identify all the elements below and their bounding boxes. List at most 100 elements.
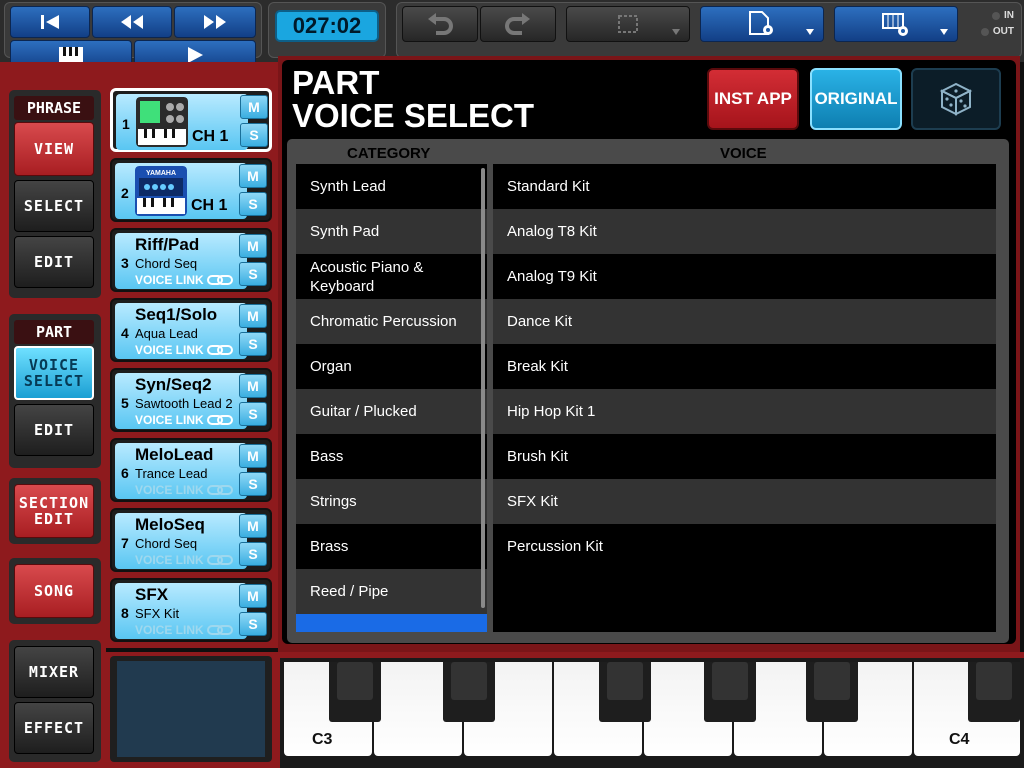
- category-item[interactable]: Synth Pad: [296, 209, 487, 254]
- category-item[interactable]: Strings: [296, 479, 487, 524]
- song-button[interactable]: SONG: [14, 564, 94, 618]
- part-number: 4: [121, 325, 129, 341]
- part-slot-5[interactable]: 5 Syn/Seq2 Sawtooth Lead 2 VOICE LINK M …: [110, 368, 272, 432]
- mute-button[interactable]: M: [239, 164, 267, 188]
- random-voice-button[interactable]: [911, 68, 1001, 130]
- category-item[interactable]: Guitar / Plucked: [296, 389, 487, 434]
- system-settings-button[interactable]: [834, 6, 958, 42]
- category-item[interactable]: Chromatic Percussion: [296, 299, 487, 344]
- page-title-line2: VOICE SELECT: [292, 97, 535, 134]
- undo-icon: [428, 13, 453, 35]
- part-number: 6: [121, 465, 129, 481]
- voice-item[interactable]: Hip Hop Kit 1: [493, 389, 996, 434]
- solo-button[interactable]: S: [239, 332, 267, 356]
- voice-item[interactable]: Percussion Kit: [493, 524, 996, 569]
- category-item[interactable]: Acoustic Piano & Keyboard: [296, 254, 487, 299]
- midi-out-indicator: OUT: [980, 26, 1014, 37]
- fast-forward-button[interactable]: [174, 6, 256, 38]
- voice-item[interactable]: Break Kit: [493, 344, 996, 389]
- voice-item[interactable]: SFX Kit: [493, 479, 996, 524]
- category-scrollbar[interactable]: [481, 168, 485, 608]
- category-list[interactable]: Synth Lead Synth Pad Acoustic Piano & Ke…: [296, 164, 487, 632]
- part-voice: Chord Seq: [135, 536, 198, 551]
- part-slot-1[interactable]: 1 CH 1 M S: [110, 88, 272, 152]
- part-name: Seq1/Solo: [135, 305, 218, 324]
- mute-button[interactable]: M: [240, 95, 268, 119]
- black-key-cap: [976, 662, 1012, 700]
- black-key-cap: [337, 662, 373, 700]
- mute-button[interactable]: M: [239, 234, 267, 258]
- part-slot-3[interactable]: 3 Riff/Pad Chord Seq VOICE LINK M S: [110, 228, 272, 292]
- voice-item[interactable]: Analog T9 Kit: [493, 254, 996, 299]
- part-card: 4 Seq1/Solo Aqua Lead VOICE LINK: [115, 303, 247, 359]
- undo-button[interactable]: [402, 6, 478, 42]
- part-voice: Aqua Lead: [135, 326, 198, 341]
- solo-button[interactable]: S: [239, 192, 267, 216]
- part-slot-4[interactable]: 4 Seq1/Solo Aqua Lead VOICE LINK M S: [110, 298, 272, 362]
- mute-button[interactable]: M: [239, 444, 267, 468]
- black-key[interactable]: [806, 662, 858, 722]
- section-edit-button[interactable]: SECTION EDIT: [14, 484, 94, 538]
- category-item-selected[interactable]: [296, 614, 487, 632]
- mixer-button[interactable]: MIXER: [14, 646, 94, 698]
- phrase-edit-button[interactable]: EDIT: [14, 236, 94, 288]
- midi-in-indicator: IN: [992, 10, 1014, 21]
- voice-list[interactable]: Standard Kit Analog T8 Kit Analog T9 Kit…: [493, 164, 996, 632]
- mute-button[interactable]: M: [239, 584, 267, 608]
- black-key[interactable]: [329, 662, 381, 722]
- voice-item[interactable]: Analog T8 Kit: [493, 209, 996, 254]
- voice-link-indicator: VOICE LINK: [135, 553, 233, 567]
- select-button[interactable]: SELECT: [14, 180, 94, 232]
- black-key[interactable]: [443, 662, 495, 722]
- page-title-line1: PART: [292, 64, 380, 101]
- part-voice: SFX Kit: [135, 606, 180, 621]
- part-number: 8: [121, 605, 129, 621]
- part-card: 6 MeloLead Trance Lead VOICE LINK: [115, 443, 247, 499]
- solo-button[interactable]: S: [239, 542, 267, 566]
- redo-button[interactable]: [480, 6, 556, 42]
- xy-pad[interactable]: [117, 661, 265, 757]
- effect-button[interactable]: EFFECT: [14, 702, 94, 754]
- rewind-to-start-button[interactable]: [10, 6, 90, 38]
- part-channel: CH 1: [191, 197, 228, 214]
- original-button[interactable]: ORIGINAL: [810, 68, 902, 130]
- chain-link-icon: [206, 625, 233, 635]
- mute-button[interactable]: M: [239, 304, 267, 328]
- part-slot-6[interactable]: 6 MeloLead Trance Lead VOICE LINK M S: [110, 438, 272, 502]
- solo-button[interactable]: S: [239, 262, 267, 286]
- voice-item[interactable]: Brush Kit: [493, 434, 996, 479]
- part-channel: CH 1: [192, 128, 229, 145]
- rewind-button[interactable]: [92, 6, 172, 38]
- solo-button[interactable]: S: [240, 123, 268, 147]
- category-item[interactable]: Brass: [296, 524, 487, 569]
- solo-button[interactable]: S: [239, 402, 267, 426]
- part-slot-2[interactable]: 2 YAMAHA CH 1 M S: [110, 158, 272, 222]
- dropdown-arrow-icon: [940, 29, 948, 35]
- black-key[interactable]: [704, 662, 756, 722]
- part-edit-button[interactable]: EDIT: [14, 404, 94, 456]
- black-key[interactable]: [599, 662, 651, 722]
- file-settings-button[interactable]: [700, 6, 824, 42]
- mute-button[interactable]: M: [239, 514, 267, 538]
- part-number: 5: [121, 395, 129, 411]
- solo-button[interactable]: S: [239, 612, 267, 636]
- part-slot-8[interactable]: 8 SFX SFX Kit VOICE LINK M S: [110, 578, 272, 642]
- part-label: PART: [14, 320, 94, 344]
- voice-item[interactable]: Dance Kit: [493, 299, 996, 344]
- solo-button[interactable]: S: [239, 472, 267, 496]
- voice-link-label: VOICE LINK: [135, 273, 204, 287]
- part-slot-7[interactable]: 7 MeloSeq Chord Seq VOICE LINK M S: [110, 508, 272, 572]
- category-item[interactable]: Reed / Pipe: [296, 569, 487, 614]
- category-item[interactable]: Organ: [296, 344, 487, 389]
- voice-link-indicator: VOICE LINK: [135, 623, 233, 637]
- voice-item[interactable]: Standard Kit: [493, 164, 996, 209]
- category-item[interactable]: Synth Lead: [296, 164, 487, 209]
- selection-tool-button[interactable]: [566, 6, 690, 42]
- inst-app-button[interactable]: INST APP: [707, 68, 799, 130]
- voice-select-button[interactable]: VOICE SELECT: [14, 346, 94, 400]
- mute-button[interactable]: M: [239, 374, 267, 398]
- black-key[interactable]: [968, 662, 1020, 722]
- category-item[interactable]: Bass: [296, 434, 487, 479]
- part-card: 8 SFX SFX Kit VOICE LINK: [115, 583, 247, 639]
- view-button[interactable]: VIEW: [14, 122, 94, 176]
